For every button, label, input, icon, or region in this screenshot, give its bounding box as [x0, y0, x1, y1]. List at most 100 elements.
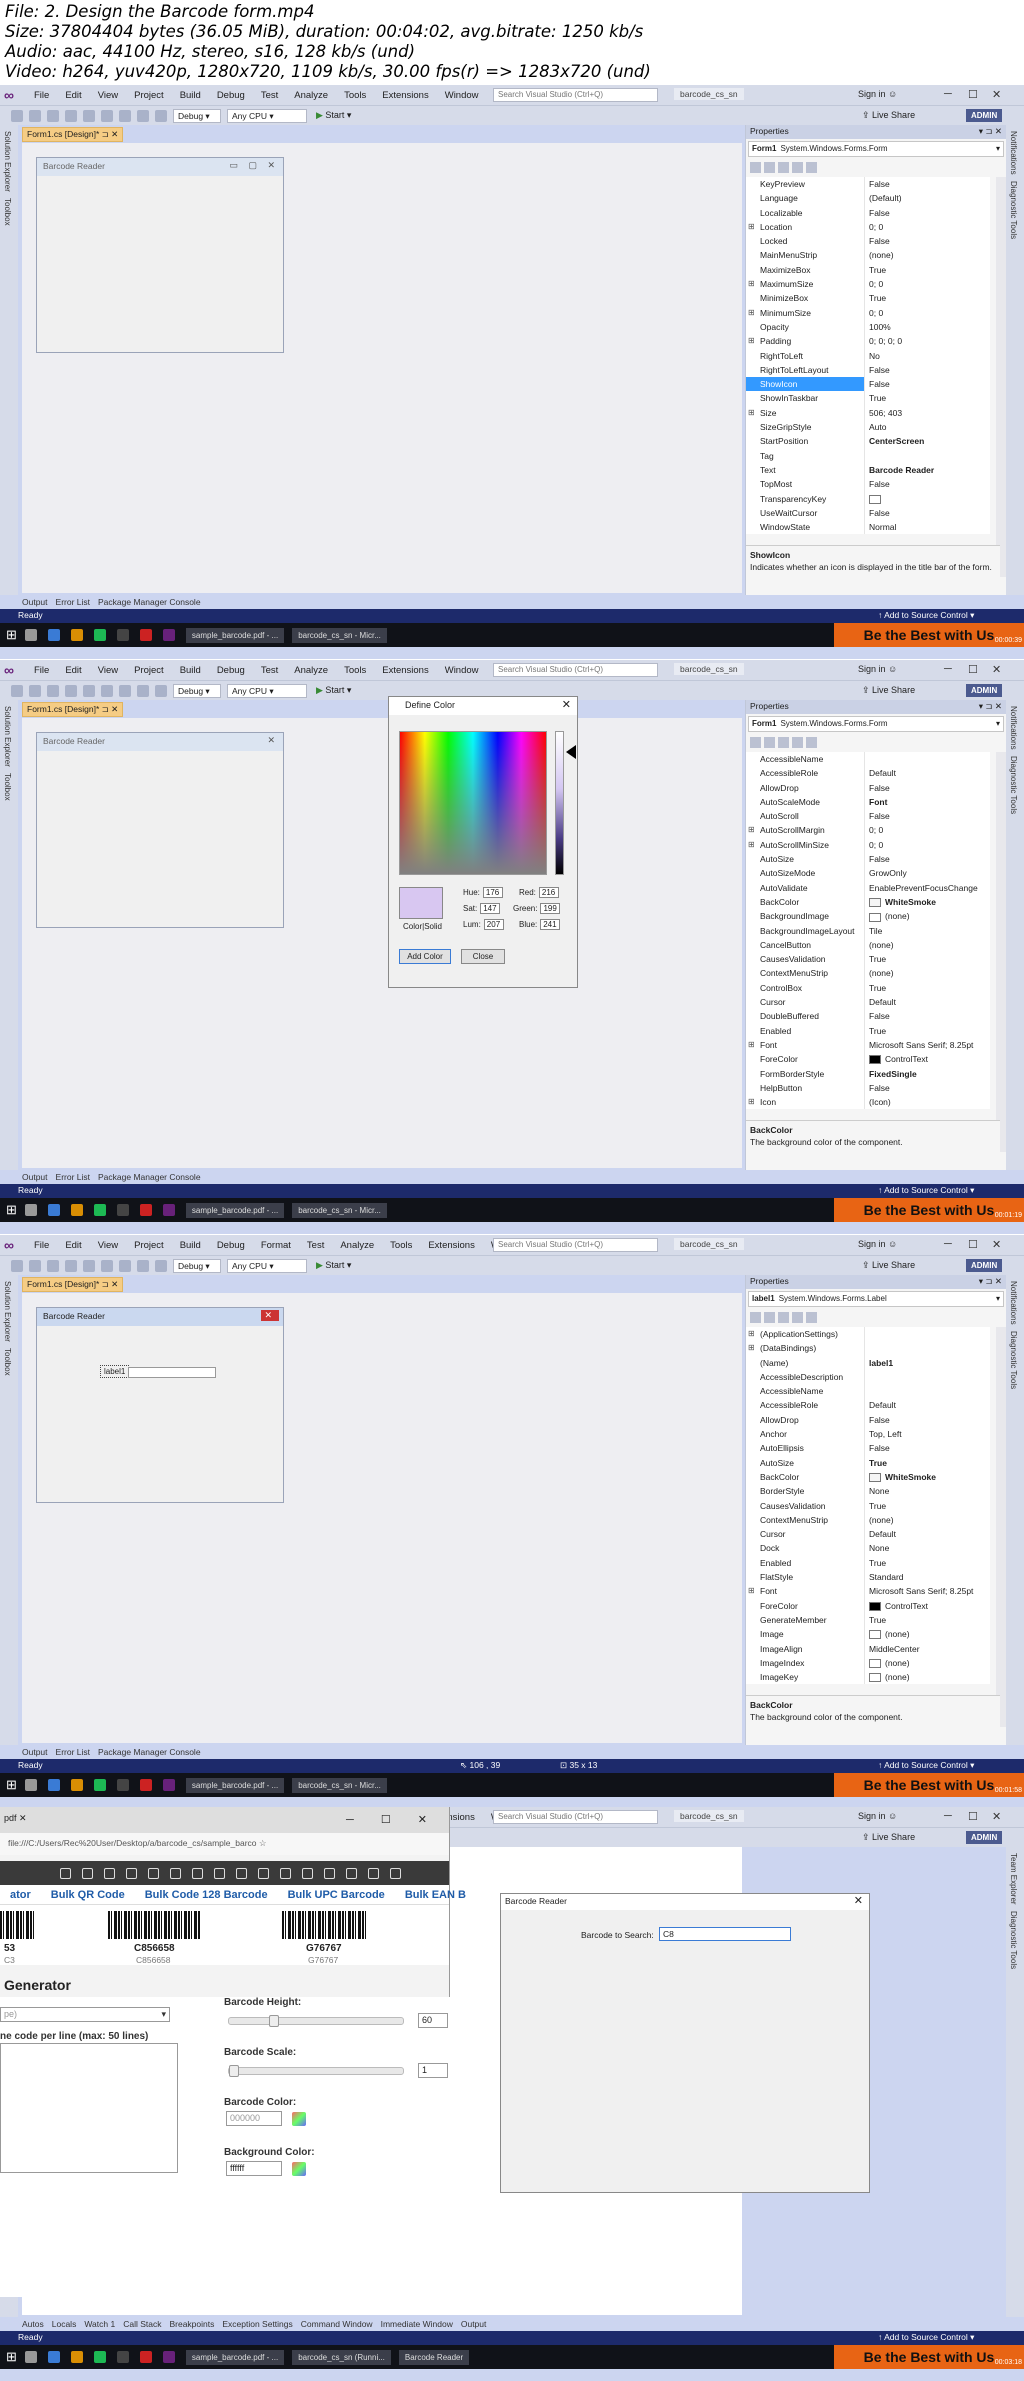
slider-knob[interactable]	[229, 2065, 239, 2077]
form-preview[interactable]: Barcode Reader ✕	[36, 732, 284, 928]
property-value[interactable]: ControlText	[864, 1052, 990, 1067]
lum-field[interactable]: Lum: 207	[463, 919, 504, 930]
property-row[interactable]: BorderStyle None	[746, 1484, 990, 1499]
tool-tab[interactable]: Output	[22, 1172, 48, 1182]
property-value[interactable]: label1	[864, 1355, 990, 1370]
property-row[interactable]: SizeGripStyle Auto	[746, 420, 990, 435]
platform-select[interactable]: Any CPU ▾	[227, 683, 307, 698]
property-row[interactable]: RightToLeftLayout False	[746, 362, 990, 378]
taskbar-app-icon[interactable]	[139, 629, 155, 641]
sign-in-link[interactable]: Sign in ☺	[858, 1239, 897, 1249]
menu-item[interactable]: Analyze	[332, 1240, 382, 1251]
platform-select[interactable]: Any CPU ▾	[227, 1258, 307, 1273]
property-row[interactable]: ForeColor ControlText	[746, 1052, 990, 1067]
toolbar-icon[interactable]	[11, 684, 23, 697]
pdf-tool-icon[interactable]	[324, 1867, 335, 1879]
property-value[interactable]: (none)	[864, 1655, 990, 1671]
nav-link[interactable]: Bulk UPC Barcode	[288, 1889, 385, 1901]
menu-item[interactable]: Test	[253, 665, 286, 676]
property-row[interactable]: KeyPreview False	[746, 177, 990, 192]
label1-control[interactable]: label1	[100, 1365, 130, 1378]
property-row[interactable]: (Name) label1	[746, 1355, 990, 1370]
nav-link[interactable]: Bulk EAN B	[405, 1889, 466, 1901]
taskbar-app-icon[interactable]	[47, 1204, 63, 1216]
property-value[interactable]: (none)	[864, 1627, 990, 1642]
configuration-select[interactable]: Debug ▾	[173, 108, 221, 123]
configuration-select[interactable]: Debug ▾	[173, 1258, 221, 1273]
menu-item[interactable]: View	[90, 665, 126, 676]
side-tab[interactable]: Toolbox	[3, 1348, 12, 1376]
properties-scrollbar[interactable]	[996, 177, 1006, 577]
property-row[interactable]: HelpButton False	[746, 1080, 990, 1096]
taskbar-window[interactable]: Barcode Reader	[398, 2349, 470, 2365]
nav-link[interactable]: Bulk Code 128 Barcode	[145, 1889, 268, 1901]
property-value[interactable]: (none)	[864, 966, 990, 981]
property-row[interactable]: AutoEllipsis False	[746, 1441, 990, 1456]
property-value[interactable]: False	[864, 362, 990, 378]
side-tab[interactable]: Team Explorer	[1009, 1853, 1018, 1905]
pdf-tool-icon[interactable]	[126, 1867, 137, 1879]
property-value[interactable]: Barcode Reader	[864, 462, 990, 478]
property-row[interactable]: AccessibleDescription	[746, 1369, 990, 1385]
property-row[interactable]: AccessibleName	[746, 752, 990, 767]
toolbar-icon[interactable]	[137, 109, 149, 122]
property-row[interactable]: ImageIndex (none)	[746, 1655, 990, 1671]
property-row[interactable]: ShowInTaskbar True	[746, 391, 990, 406]
minimize-icon[interactable]: ─	[944, 1810, 952, 1822]
property-value[interactable]: (none)	[864, 248, 990, 263]
close-icon[interactable]: ✕	[562, 698, 571, 711]
pdf-tool-icon[interactable]	[280, 1867, 291, 1879]
search-input[interactable]: Search Visual Studio (Ctrl+Q)	[493, 663, 658, 677]
menu-item[interactable]: Analyze	[286, 90, 336, 101]
property-value[interactable]: False	[864, 177, 990, 192]
taskbar-app-icon[interactable]	[162, 1204, 178, 1216]
properties-toolbar-icon[interactable]	[764, 736, 775, 748]
property-value[interactable]: Microsoft Sans Serif; 8.25pt	[864, 1037, 990, 1053]
taskbar-window[interactable]: sample_barcode.pdf - ...	[185, 1202, 285, 1218]
property-value[interactable]: (Icon)	[864, 1095, 990, 1110]
property-value[interactable]: None	[864, 1484, 990, 1499]
property-value[interactable]: Default	[864, 1527, 990, 1542]
height-input[interactable]: 60	[418, 2013, 448, 2028]
taskbar-window[interactable]: barcode_cs_sn - Micr...	[292, 1202, 387, 1218]
property-row[interactable]: UseWaitCursor False	[746, 505, 990, 521]
property-value[interactable]: 0; 0	[864, 219, 990, 235]
menu-item[interactable]: Edit	[57, 90, 89, 101]
pdf-tool-icon[interactable]	[236, 1867, 247, 1879]
property-row[interactable]: MinimizeBox True	[746, 291, 990, 306]
properties-scrollbar[interactable]	[996, 752, 1006, 1152]
hue-field[interactable]: Hue: 176	[463, 887, 503, 898]
pdf-tool-icon[interactable]	[258, 1867, 269, 1879]
toolbar-icon[interactable]	[47, 1259, 59, 1272]
property-value[interactable]: Microsoft Sans Serif; 8.25pt	[864, 1584, 990, 1599]
side-tab[interactable]: Notifications	[1009, 706, 1018, 750]
taskbar-app-icon[interactable]	[24, 1204, 40, 1216]
property-value[interactable]: True	[864, 1498, 990, 1513]
properties-toolbar-icon[interactable]	[792, 736, 803, 748]
taskbar-app-icon[interactable]	[162, 629, 178, 641]
side-tab[interactable]: Solution Explorer	[3, 1281, 12, 1342]
property-value[interactable]: CenterScreen	[864, 434, 990, 449]
bg-color-input[interactable]: ffffff	[226, 2161, 282, 2176]
property-value[interactable]: False	[864, 809, 990, 824]
toolbar-icon[interactable]	[83, 1259, 95, 1272]
taskbar-app-icon[interactable]	[139, 2351, 155, 2363]
property-value[interactable]	[864, 491, 990, 506]
property-value[interactable]: False	[864, 852, 990, 867]
pdf-tool-icon[interactable]	[192, 1867, 203, 1879]
properties-toolbar-icon[interactable]	[778, 1311, 789, 1323]
live-share-button[interactable]: ⇪ Live Share	[862, 1260, 915, 1271]
tool-tab[interactable]: Error List	[56, 597, 90, 607]
property-value[interactable]: True	[864, 980, 990, 996]
side-tab[interactable]: Notifications	[1009, 1281, 1018, 1325]
maximize-icon[interactable]: ☐	[968, 88, 978, 101]
menu-item[interactable]: Test	[299, 1240, 332, 1251]
pdf-tool-icon[interactable]	[368, 1867, 379, 1879]
color-picker-icon[interactable]	[292, 2162, 306, 2176]
tool-tab[interactable]: Breakpoints	[169, 2319, 214, 2329]
minimize-icon[interactable]: ─	[944, 88, 952, 100]
tool-tab[interactable]: Command Window	[301, 2319, 373, 2329]
taskbar-app-icon[interactable]	[116, 1204, 132, 1216]
add-color-button[interactable]: Add Color	[399, 949, 451, 964]
property-row[interactable]: RightToLeft No	[746, 348, 990, 363]
